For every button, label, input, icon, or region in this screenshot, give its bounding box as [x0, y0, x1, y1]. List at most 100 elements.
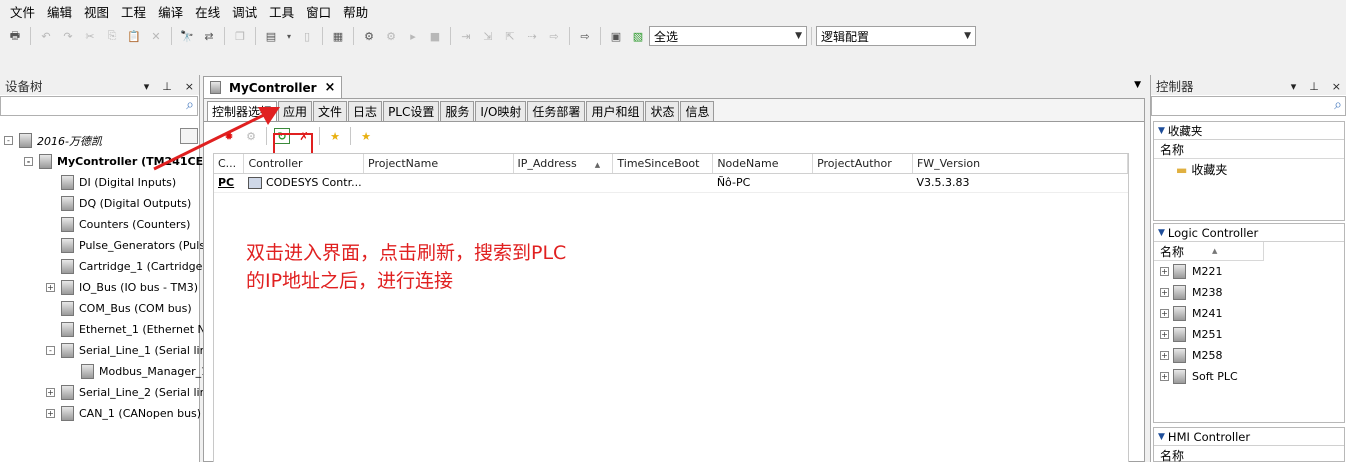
config-combo[interactable]: 逻辑配置 ▼	[816, 26, 976, 46]
screen-icon[interactable]: ▣	[608, 28, 624, 44]
subtab[interactable]: 用户和组	[586, 101, 645, 121]
step-cursor-icon[interactable]: ⇢	[524, 28, 540, 44]
column-header[interactable]: NodeName	[712, 154, 814, 174]
logout-icon[interactable]: ⚙	[383, 28, 399, 44]
add-green-icon[interactable]: ▧	[630, 28, 646, 44]
subtab[interactable]: 任务部署	[527, 101, 586, 121]
column-header[interactable]: ProjectAuthor	[812, 154, 913, 174]
chevron-down-icon[interactable]: ▾	[285, 28, 293, 44]
menu-build[interactable]: 编译	[152, 2, 189, 21]
expand-icon[interactable]: +	[1160, 330, 1169, 339]
expand-icon[interactable]: +	[46, 409, 55, 418]
list-item[interactable]: + M241	[1154, 303, 1344, 324]
subtab[interactable]: 信息	[680, 101, 715, 121]
collapse-icon[interactable]: -	[4, 136, 13, 145]
window-icon[interactable]: ❐	[232, 28, 248, 44]
chevron-down-icon[interactable]: ▾	[144, 80, 150, 93]
menu-help[interactable]: 帮助	[337, 2, 374, 21]
expand-icon[interactable]: +	[1160, 267, 1169, 276]
step-into-icon[interactable]: ⇲	[480, 28, 496, 44]
replace-icon[interactable]: ⇄	[201, 28, 217, 44]
pin-icon[interactable]: ⊥	[162, 80, 172, 93]
step-out-icon[interactable]: ⇱	[502, 28, 518, 44]
expand-icon[interactable]: +	[1160, 309, 1169, 318]
subtab[interactable]: 状态	[645, 101, 680, 121]
controller-search-input[interactable]: ⌕	[1151, 96, 1346, 116]
tree-item[interactable]: COM_Bus (COM bus)	[46, 298, 192, 319]
favorite-add-icon[interactable]: ★	[327, 128, 343, 144]
delete-icon[interactable]: ✕	[148, 28, 164, 44]
subtab[interactable]: 文件	[313, 101, 348, 121]
print-icon[interactable]: 🖶	[7, 28, 23, 44]
logic-col-name[interactable]: 名称 ▲	[1154, 242, 1264, 261]
tree-item[interactable]: Modbus_Manager_1	[66, 361, 208, 382]
column-header[interactable]: FW_Version	[912, 154, 1129, 174]
expand-icon[interactable]: +	[46, 388, 55, 397]
hmi-col-name[interactable]: 名称	[1154, 446, 1344, 462]
logic-controller-header[interactable]: ▼ Logic Controller	[1154, 224, 1344, 242]
stop-icon[interactable]: ■	[427, 28, 443, 44]
menu-view[interactable]: 视图	[78, 2, 115, 21]
build-icon[interactable]: ▦	[330, 28, 346, 44]
step-over-icon[interactable]: ⇥	[458, 28, 474, 44]
tree-item[interactable]: Pulse_Generators (Pulse	[46, 235, 212, 256]
redo-icon[interactable]: ↷	[60, 28, 76, 44]
pin-icon[interactable]: ⊥	[1309, 80, 1319, 93]
expand-icon[interactable]: +	[46, 283, 55, 292]
table-row[interactable]: PC CODESYS Contr... Ñô-PC V3.5.3.83	[214, 173, 1128, 193]
menu-file[interactable]: 文件	[4, 2, 41, 21]
tree-item[interactable]: DI (Digital Inputs)	[46, 172, 176, 193]
list-item[interactable]: + M221	[1154, 261, 1344, 282]
list-item[interactable]: + M238	[1154, 282, 1344, 303]
copy-icon[interactable]: ⎘	[104, 28, 120, 44]
tree-item[interactable]: - 2016-万德凯	[4, 130, 102, 151]
subtab[interactable]: I/O映射	[475, 101, 527, 121]
tree-item[interactable]: + Serial_Line_2 (Serial line)	[46, 382, 218, 403]
menu-online[interactable]: 在线	[189, 2, 226, 21]
hmi-controller-header[interactable]: ▼ HMI Controller	[1154, 428, 1344, 446]
breakpoint-icon[interactable]: ⇨	[546, 28, 562, 44]
column-header[interactable]: TimeSinceBoot	[612, 154, 714, 174]
add-object-icon[interactable]: ▤	[263, 28, 279, 44]
tree-item[interactable]: - Serial_Line_1 (Serial line)	[46, 340, 218, 361]
list-item[interactable]: + M258	[1154, 345, 1344, 366]
tree-item[interactable]: + IO_Bus (IO bus - TM3)	[46, 277, 198, 298]
close-icon[interactable]: ×	[325, 80, 336, 95]
menu-debug[interactable]: 调试	[226, 2, 263, 21]
tree-item[interactable]: Counters (Counters)	[46, 214, 190, 235]
filter-combo[interactable]: 全选 ▼	[649, 26, 807, 46]
favorites-header[interactable]: ▼ 收藏夹	[1154, 122, 1344, 140]
subtab[interactable]: 日志	[348, 101, 383, 121]
close-icon[interactable]: ×	[1332, 80, 1341, 93]
subtab[interactable]: PLC设置	[383, 101, 440, 121]
undo-icon[interactable]: ↶	[38, 28, 54, 44]
close-icon[interactable]: ×	[185, 80, 194, 93]
list-item[interactable]: + Soft PLC	[1154, 366, 1344, 387]
chevron-down-icon[interactable]: ▾	[1291, 80, 1297, 93]
menu-project[interactable]: 工程	[115, 2, 152, 21]
menu-tools[interactable]: 工具	[263, 2, 300, 21]
collapse-icon[interactable]: -	[46, 346, 55, 355]
subtab[interactable]: 服务	[440, 101, 475, 121]
page-icon[interactable]: ▯	[299, 28, 315, 44]
find-icon[interactable]: 🔭	[179, 28, 195, 44]
collapse-icon[interactable]: -	[24, 157, 33, 166]
list-item[interactable]: + M251	[1154, 324, 1344, 345]
expand-icon[interactable]: +	[1160, 351, 1169, 360]
arrow-right-icon[interactable]: ⇨	[577, 28, 593, 44]
start-icon[interactable]: ▸	[405, 28, 421, 44]
column-header[interactable]: ProjectName	[363, 154, 514, 174]
menu-window[interactable]: 窗口	[300, 2, 337, 21]
tree-item[interactable]: + CAN_1 (CANopen bus)	[46, 403, 201, 424]
search-icon[interactable]: ⌕	[1334, 97, 1342, 113]
paste-icon[interactable]: 📋	[126, 28, 142, 44]
menu-edit[interactable]: 编辑	[41, 2, 78, 21]
cut-icon[interactable]: ✂	[82, 28, 98, 44]
tree-item[interactable]: Cartridge_1 (Cartridge)	[46, 256, 207, 277]
favorites-col-name[interactable]: 名称	[1154, 140, 1344, 159]
expand-icon[interactable]: +	[1160, 288, 1169, 297]
login-icon[interactable]: ⚙	[361, 28, 377, 44]
column-header[interactable]: IP_Address ▲	[513, 154, 614, 174]
list-item[interactable]: ▬ 收藏夹	[1154, 159, 1344, 180]
tree-item[interactable]: DQ (Digital Outputs)	[46, 193, 191, 214]
